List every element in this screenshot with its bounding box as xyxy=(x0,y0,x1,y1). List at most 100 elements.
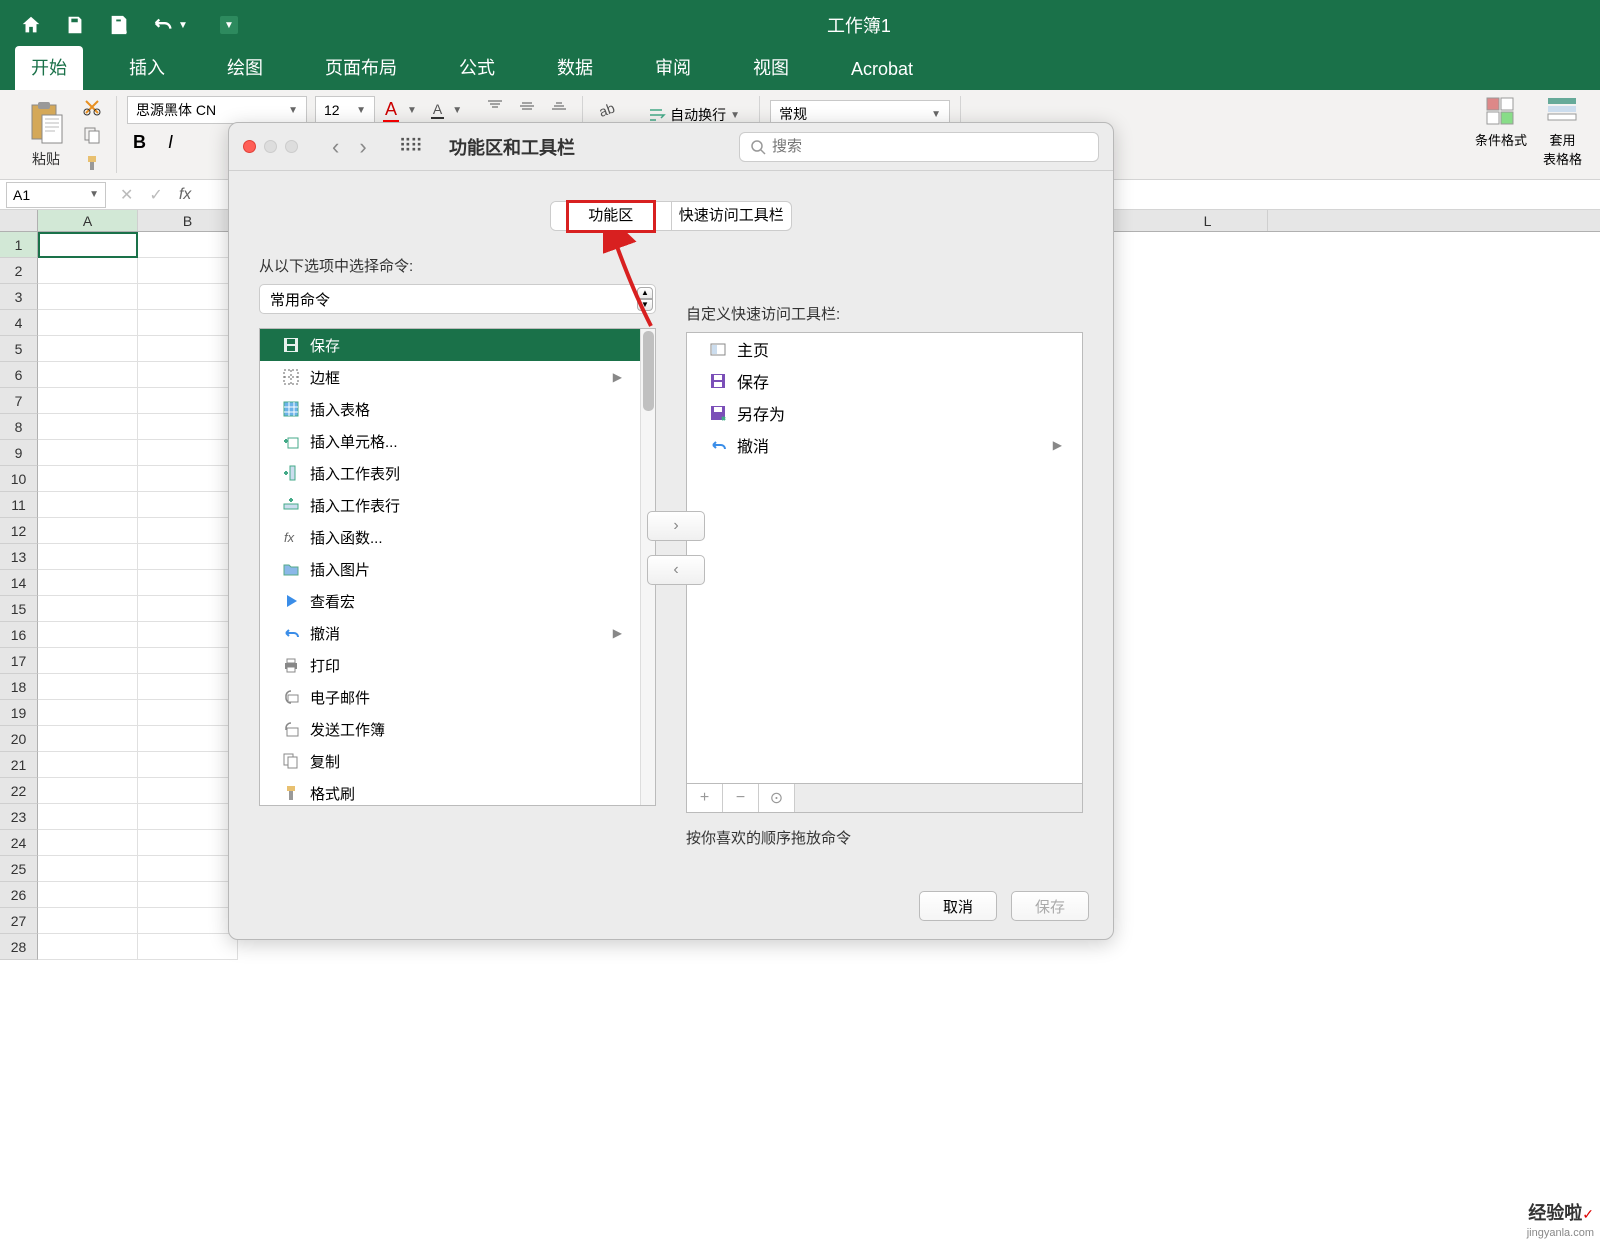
cancel-formula-button[interactable]: ✕ xyxy=(112,185,141,205)
cell[interactable] xyxy=(138,934,238,960)
cell[interactable] xyxy=(38,336,138,362)
tab-formulas[interactable]: 公式 xyxy=(443,46,511,90)
cell[interactable] xyxy=(138,518,238,544)
row-header[interactable]: 16 xyxy=(0,622,38,648)
cell[interactable] xyxy=(38,622,138,648)
orientation-button[interactable]: ab xyxy=(593,100,619,120)
cell[interactable] xyxy=(38,752,138,778)
row-header[interactable]: 24 xyxy=(0,830,38,856)
cell[interactable] xyxy=(138,544,238,570)
row-header[interactable]: 27 xyxy=(0,908,38,934)
row-header[interactable]: 2 xyxy=(0,258,38,284)
cell[interactable] xyxy=(138,726,238,752)
cell[interactable] xyxy=(138,752,238,778)
cell[interactable] xyxy=(38,362,138,388)
font-size-dropdown[interactable]: 12 ▼ xyxy=(315,96,375,124)
undo-split-button[interactable]: ▼ xyxy=(152,14,188,36)
cell[interactable] xyxy=(38,544,138,570)
cell[interactable] xyxy=(38,830,138,856)
cancel-button[interactable]: 取消 xyxy=(919,891,997,921)
cell[interactable] xyxy=(38,492,138,518)
col-header-a[interactable]: A xyxy=(38,210,138,231)
close-button[interactable] xyxy=(243,140,256,153)
cell[interactable] xyxy=(138,284,238,310)
cell[interactable] xyxy=(38,284,138,310)
row-header[interactable]: 19 xyxy=(0,700,38,726)
cell[interactable] xyxy=(38,310,138,336)
row-header[interactable]: 14 xyxy=(0,570,38,596)
command-item[interactable]: 撤消▶ xyxy=(260,617,640,649)
row-header[interactable]: 4 xyxy=(0,310,38,336)
qat-item[interactable]: 主页 xyxy=(687,333,1082,365)
command-item[interactable]: 查看宏 xyxy=(260,585,640,617)
command-item[interactable]: fx插入函数... xyxy=(260,521,640,553)
nav-fwd-button[interactable]: › xyxy=(359,134,366,160)
command-item[interactable]: 保存 xyxy=(260,329,640,361)
tab-draw[interactable]: 绘图 xyxy=(211,46,279,90)
tab-pagelayout[interactable]: 页面布局 xyxy=(309,46,413,90)
col-header-b[interactable]: B xyxy=(138,210,238,231)
cell[interactable] xyxy=(138,258,238,284)
cell[interactable] xyxy=(38,388,138,414)
remove-command-button[interactable]: ‹ xyxy=(647,555,705,585)
seg-qat[interactable]: 快速访问工具栏 xyxy=(672,202,792,230)
cell[interactable] xyxy=(138,674,238,700)
row-header[interactable]: 15 xyxy=(0,596,38,622)
cell[interactable] xyxy=(138,362,238,388)
seg-ribbon[interactable]: 功能区 xyxy=(551,202,671,230)
row-header[interactable]: 28 xyxy=(0,934,38,960)
cell[interactable] xyxy=(38,232,138,258)
cell[interactable] xyxy=(38,570,138,596)
command-item[interactable]: 插入表格 xyxy=(260,393,640,425)
cell[interactable] xyxy=(38,908,138,934)
scrollbar-thumb[interactable] xyxy=(643,331,654,411)
command-item[interactable]: 打印 xyxy=(260,649,640,681)
cell[interactable] xyxy=(138,440,238,466)
row-header[interactable]: 8 xyxy=(0,414,38,440)
cell[interactable] xyxy=(138,388,238,414)
cell[interactable] xyxy=(38,778,138,804)
cell[interactable] xyxy=(138,882,238,908)
row-header[interactable]: 22 xyxy=(0,778,38,804)
qat-settings-button[interactable]: ⊙ xyxy=(759,784,795,812)
cell[interactable] xyxy=(38,518,138,544)
cell[interactable] xyxy=(138,856,238,882)
col-header-l[interactable]: L xyxy=(1148,210,1268,231)
save-icon[interactable] xyxy=(64,14,86,36)
fx-button[interactable]: fx xyxy=(171,186,199,204)
qat-item[interactable]: 保存 xyxy=(687,365,1082,397)
cell[interactable] xyxy=(138,336,238,362)
cell[interactable] xyxy=(38,258,138,284)
align-bot-button[interactable] xyxy=(546,96,572,116)
command-item[interactable]: 电子邮件 xyxy=(260,681,640,713)
cell[interactable] xyxy=(38,804,138,830)
command-item[interactable]: 发送工作簿 xyxy=(260,713,640,745)
command-item[interactable]: 插入工作表列 xyxy=(260,457,640,489)
row-header[interactable]: 7 xyxy=(0,388,38,414)
row-header[interactable]: 6 xyxy=(0,362,38,388)
cell[interactable] xyxy=(138,492,238,518)
cell[interactable] xyxy=(138,570,238,596)
nav-back-button[interactable]: ‹ xyxy=(332,134,339,160)
qat-item[interactable]: 撤消▶ xyxy=(687,429,1082,461)
cell[interactable] xyxy=(138,232,238,258)
cell[interactable] xyxy=(38,466,138,492)
cell[interactable] xyxy=(138,414,238,440)
tab-view[interactable]: 视图 xyxy=(737,46,805,90)
row-header[interactable]: 9 xyxy=(0,440,38,466)
row-header[interactable]: 25 xyxy=(0,856,38,882)
copy-button[interactable] xyxy=(78,123,106,147)
command-item[interactable]: 插入图片 xyxy=(260,553,640,585)
paste-button[interactable]: 粘贴 xyxy=(20,99,72,171)
row-header[interactable]: 18 xyxy=(0,674,38,700)
qat-item[interactable]: 另存为 xyxy=(687,397,1082,429)
stepper-up[interactable]: ▲ xyxy=(637,287,653,299)
command-item[interactable]: 边框▶ xyxy=(260,361,640,393)
row-header[interactable]: 26 xyxy=(0,882,38,908)
command-item[interactable]: 插入工作表行 xyxy=(260,489,640,521)
show-all-button[interactable]: ⠿⠿ xyxy=(399,136,421,157)
cell[interactable] xyxy=(138,622,238,648)
cell[interactable] xyxy=(138,310,238,336)
align-top-button[interactable] xyxy=(482,96,508,116)
cell[interactable] xyxy=(138,908,238,934)
